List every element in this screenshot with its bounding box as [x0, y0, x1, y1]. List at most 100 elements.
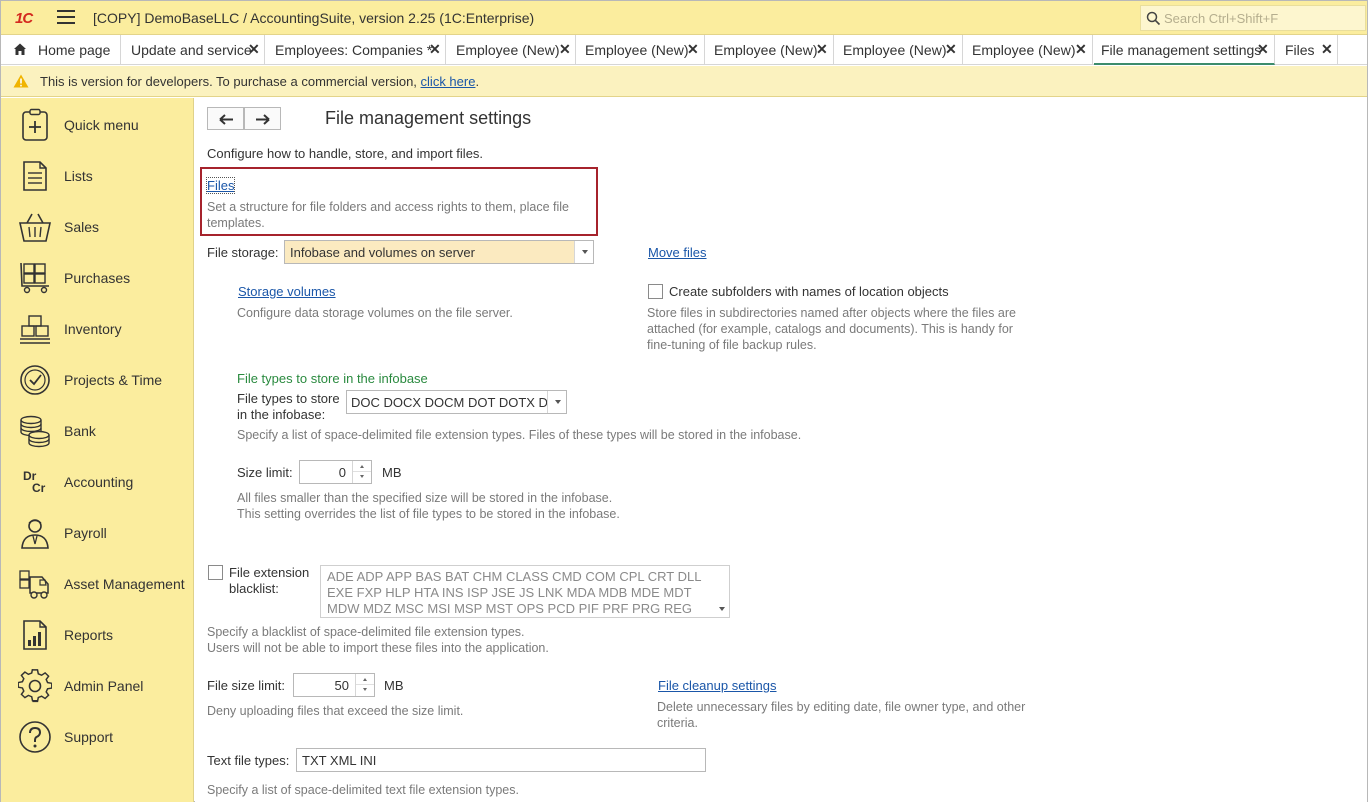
sidebar-item-reports[interactable]: Reports — [1, 612, 194, 658]
sidebar-item-quick-menu[interactable]: Quick menu — [1, 102, 194, 148]
sidebar-item-accounting[interactable]: Dr Cr Accounting — [1, 459, 194, 505]
tab-employees-companies[interactable]: Employees: Companies * ✕ — [266, 35, 446, 65]
sidebar-item-label: Payroll — [64, 525, 107, 541]
hamburger-menu-icon[interactable] — [57, 10, 75, 26]
sidebar-item-lists[interactable]: Lists — [1, 153, 194, 199]
file-size-limit-value: 50 — [334, 678, 349, 693]
page-title: File management settings — [325, 108, 532, 128]
warning-suffix: . — [475, 74, 480, 89]
file-cleanup-settings-link[interactable]: File cleanup settings — [658, 678, 777, 693]
move-files-link[interactable]: Move files — [648, 245, 707, 260]
text-file-types-input[interactable]: TXT XML INI — [296, 748, 706, 772]
size-limit-spinner — [352, 461, 371, 483]
file-cleanup-hint-line-2: criteria. — [657, 716, 698, 730]
sidebar-item-label: Bank — [64, 423, 96, 439]
sidebar-item-label: Admin Panel — [64, 678, 144, 694]
size-limit-hint-line-1: All files smaller than the specified siz… — [237, 491, 613, 505]
chevron-down-icon[interactable] — [547, 391, 566, 413]
developer-warning-bar: This is version for developers. To purch… — [1, 66, 1367, 97]
warning-message: This is version for developers. To purch… — [40, 74, 479, 89]
tab-employee-new-1[interactable]: Employee (New) ✕ — [447, 35, 576, 65]
file-types-input[interactable]: DOC DOCX DOCM DOT DOTX D — [346, 390, 567, 414]
tab-label: Employee (New) — [843, 42, 947, 58]
close-icon[interactable]: ✕ — [816, 41, 828, 58]
credit-glyph: Cr — [32, 481, 46, 495]
tab-employee-new-3[interactable]: Employee (New) ✕ — [706, 35, 834, 65]
sidebar-item-label: Asset Management — [64, 576, 185, 592]
sidebar-item-inventory[interactable]: Inventory — [1, 306, 194, 352]
global-search[interactable] — [1140, 5, 1366, 31]
blacklist-label-line-2: blacklist: — [229, 581, 279, 596]
file-size-limit-input[interactable]: 50 — [293, 673, 375, 697]
decrement-icon[interactable] — [356, 685, 374, 696]
sidebar: Quick menu Lists Sales Purchases Invento… — [1, 98, 194, 802]
close-icon[interactable]: ✕ — [945, 41, 957, 58]
sidebar-item-label: Lists — [64, 168, 93, 184]
search-input[interactable] — [1164, 6, 1362, 30]
sidebar-item-admin-panel[interactable]: Admin Panel — [1, 663, 194, 709]
purchase-link[interactable]: click here — [421, 74, 476, 89]
text-file-types-value: TXT XML INI — [302, 753, 377, 768]
blacklist-checkbox[interactable] — [208, 565, 223, 580]
tab-files[interactable]: Files ✕ — [1276, 35, 1338, 65]
increment-icon[interactable] — [356, 674, 374, 685]
file-types-hint: Specify a list of space-delimited file e… — [237, 428, 802, 442]
tab-employee-new-2[interactable]: Employee (New) ✕ — [577, 35, 705, 65]
accounting-drcr-icon: Dr Cr — [23, 469, 46, 495]
subfolders-hint-line-1: Store files in subdirectories named afte… — [647, 306, 1016, 320]
sidebar-item-bank[interactable]: Bank — [1, 408, 194, 454]
tab-update-and-service[interactable]: Update and service ✕ — [122, 35, 265, 65]
subfolders-hint-line-2: attached (for example, catalogs and docu… — [647, 322, 1013, 336]
tab-label: Employee (New) — [972, 42, 1076, 58]
chevron-down-icon[interactable] — [574, 241, 593, 263]
projects-clock-icon — [20, 365, 50, 395]
storage-volumes-link[interactable]: Storage volumes — [238, 284, 336, 299]
sidebar-item-sales[interactable]: Sales — [1, 204, 194, 250]
tab-employee-new-5[interactable]: Employee (New) ✕ — [964, 35, 1093, 65]
payroll-person-icon — [21, 519, 49, 549]
bank-coins-icon — [20, 415, 50, 448]
files-link[interactable]: Files — [205, 177, 236, 194]
tab-label: Employee (New) — [714, 42, 818, 58]
sales-basket-icon — [19, 213, 51, 242]
blacklist-textarea[interactable]: ADE ADP APP BAS BAT CHM CLASS CMD COM CP… — [320, 565, 730, 618]
question-icon — [19, 721, 51, 753]
scroll-down-icon[interactable] — [719, 607, 725, 611]
sidebar-item-projects-time[interactable]: Projects & Time — [1, 357, 194, 403]
tab-home-page[interactable]: Home page — [1, 35, 121, 65]
sidebar-item-label: Purchases — [64, 270, 131, 286]
increment-icon[interactable] — [353, 461, 371, 472]
home-icon — [14, 43, 26, 55]
close-icon[interactable]: ✕ — [248, 41, 260, 58]
app-logo: 1С — [15, 10, 33, 27]
sidebar-item-label: Reports — [64, 627, 114, 643]
tab-file-management-settings[interactable]: File management settings ✕ — [1094, 35, 1275, 65]
tab-label: File management settings — [1101, 42, 1262, 58]
size-limit-input[interactable]: 0 — [299, 460, 372, 484]
sidebar-item-label: Sales — [64, 219, 100, 235]
file-types-value: DOC DOCX DOCM DOT DOTX D — [351, 395, 548, 410]
back-button[interactable] — [207, 107, 244, 130]
size-limit-unit: MB — [382, 465, 402, 480]
sidebar-item-asset-management[interactable]: Asset Management — [1, 561, 194, 607]
search-icon — [1146, 11, 1161, 26]
decrement-icon[interactable] — [353, 472, 371, 483]
close-icon[interactable]: ✕ — [1075, 41, 1087, 58]
sidebar-item-purchases[interactable]: Purchases — [1, 255, 194, 301]
file-size-limit-hint: Deny uploading files that exceed the siz… — [207, 704, 464, 718]
quick-menu-icon — [22, 108, 48, 141]
sidebar-item-payroll[interactable]: Payroll — [1, 510, 194, 556]
forward-button[interactable] — [244, 107, 281, 130]
close-icon[interactable]: ✕ — [429, 41, 441, 58]
close-icon[interactable]: ✕ — [559, 41, 571, 58]
file-storage-select[interactable]: Infobase and volumes on server — [284, 240, 594, 264]
close-icon[interactable]: ✕ — [1321, 41, 1333, 58]
sidebar-item-support[interactable]: Support — [1, 714, 194, 760]
subfolders-checkbox[interactable] — [648, 284, 663, 299]
tab-employee-new-4[interactable]: Employee (New) ✕ — [835, 35, 963, 65]
close-icon[interactable]: ✕ — [687, 41, 699, 58]
file-size-limit-label: File size limit: — [207, 678, 286, 693]
subfolders-hint-line-3: fine-tuning of file backup rules. — [647, 338, 817, 352]
close-icon[interactable]: ✕ — [1257, 41, 1269, 58]
tab-label: Employee (New) — [585, 42, 689, 58]
